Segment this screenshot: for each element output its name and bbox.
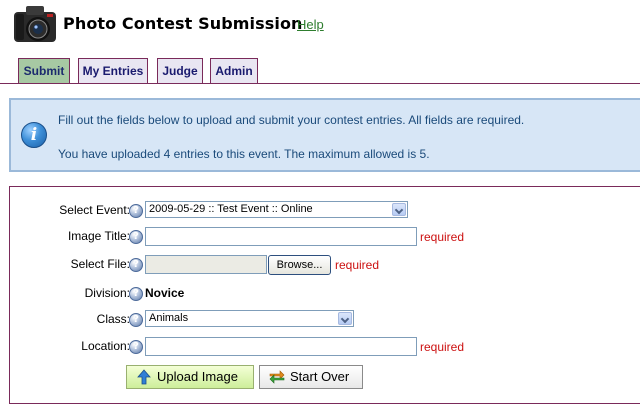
upload-image-label: Upload Image	[157, 369, 238, 384]
image-title-input[interactable]	[145, 227, 417, 246]
tab-submit[interactable]: Submit	[18, 58, 70, 84]
image-title-row: Image Title: ? required	[10, 226, 640, 248]
tab-divider	[0, 83, 640, 84]
location-row: Location: ? required	[10, 336, 640, 358]
chevron-down-icon	[392, 203, 406, 216]
tab-judge[interactable]: Judge	[157, 58, 203, 84]
help-icon[interactable]: ?	[129, 258, 143, 272]
info-message: Fill out the fields below to upload and …	[58, 113, 525, 127]
entries-count-message: You have uploaded 4 entries to this even…	[58, 147, 430, 161]
upload-arrow-icon	[137, 369, 151, 385]
event-select[interactable]: 2009-05-29 :: Test Event :: Online	[145, 201, 408, 218]
event-select-value: 2009-05-29 :: Test Event :: Online	[149, 203, 313, 215]
start-over-label: Start Over	[290, 369, 350, 384]
image-title-label: Image Title:	[67, 229, 130, 243]
help-icon[interactable]: ?	[129, 230, 143, 244]
tab-my-entries[interactable]: My Entries	[78, 58, 148, 84]
help-icon[interactable]: ?	[129, 313, 143, 327]
chevron-down-icon	[338, 312, 352, 325]
class-row: Class: ? Animals	[10, 309, 640, 331]
help-icon[interactable]: ?	[129, 204, 143, 218]
required-indicator: required	[335, 258, 380, 272]
event-row: Select Event: ? 2009-05-29 :: Test Event…	[10, 200, 640, 222]
upload-image-button[interactable]: Upload Image	[126, 365, 254, 389]
camera-icon	[14, 6, 56, 42]
tab-admin[interactable]: Admin	[210, 58, 258, 84]
info-icon: i	[21, 122, 47, 148]
event-label: Select Event:	[59, 203, 130, 217]
location-input[interactable]	[145, 337, 417, 356]
file-label: Select File:	[70, 257, 130, 271]
class-select-value: Animals	[149, 312, 189, 324]
division-label: Division:	[84, 286, 130, 300]
division-value: Novice	[145, 286, 185, 300]
file-path-input[interactable]	[145, 255, 267, 274]
division-row: Division: ? Novice	[10, 283, 640, 305]
class-label: Class:	[96, 312, 130, 326]
refresh-icon	[269, 370, 285, 384]
header: Photo Contest Submission Help	[0, 0, 640, 56]
help-icon[interactable]: ?	[129, 287, 143, 301]
file-row: Select File: ? Browse... required	[10, 254, 640, 276]
location-label: Location:	[81, 339, 130, 353]
class-select[interactable]: Animals	[145, 310, 354, 327]
submission-form: Select Event: ? 2009-05-29 :: Test Event…	[9, 186, 640, 404]
info-panel: i Fill out the fields below to upload an…	[9, 98, 640, 172]
page-title: Photo Contest Submission	[63, 14, 303, 33]
help-icon[interactable]: ?	[129, 340, 143, 354]
browse-button[interactable]: Browse...	[268, 255, 331, 275]
help-link[interactable]: Help	[297, 17, 324, 32]
required-indicator: required	[420, 340, 465, 354]
required-indicator: required	[420, 230, 465, 244]
start-over-button[interactable]: Start Over	[259, 365, 363, 389]
